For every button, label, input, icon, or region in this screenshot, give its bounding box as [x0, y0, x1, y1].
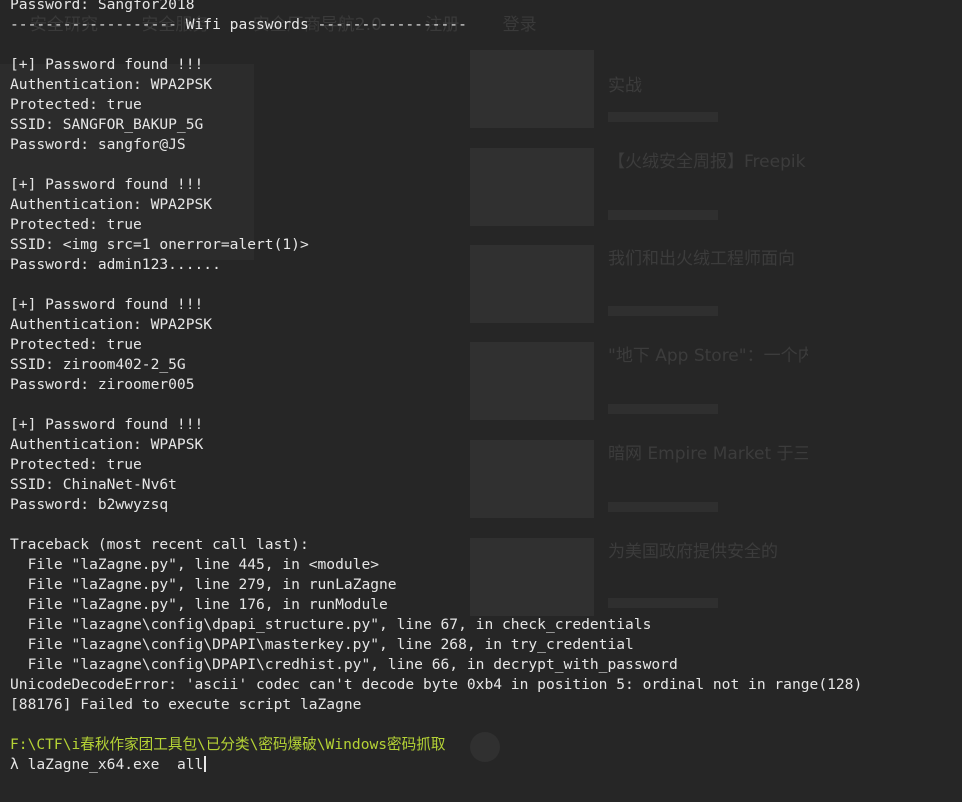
terminal-line: Protected: true [10, 336, 142, 353]
terminal-output: Password: Sangfor2018 -------------------… [10, 0, 862, 775]
terminal-line: UnicodeDecodeError: 'ascii' codec can't … [10, 676, 863, 693]
command-text[interactable]: laZagne_x64.exe all [28, 756, 204, 773]
terminal-line: SSID: SANGFOR_BAKUP_5G [10, 116, 204, 133]
terminal-line: [88176] Failed to execute script laZagne [10, 696, 362, 713]
terminal-line: SSID: <img src=1 onerror=alert(1)> [10, 236, 309, 253]
terminal-line: ------------------- Wifi passwords -----… [10, 16, 467, 33]
terminal-line: [+] Password found !!! [10, 416, 204, 433]
terminal-line: Authentication: WPA2PSK [10, 76, 213, 93]
terminal-line: File "laZagne.py", line 279, in runLaZag… [10, 576, 397, 593]
terminal-line: SSID: ziroom402-2_5G [10, 356, 186, 373]
terminal-line: [+] Password found !!! [10, 56, 204, 73]
terminal-line: SSID: ChinaNet-Nv6t [10, 476, 177, 493]
terminal-line: File "lazagne\config\dpapi_structure.py"… [10, 616, 652, 633]
terminal-line: Password: b2wwyzsq [10, 496, 169, 513]
text-cursor [204, 756, 207, 772]
terminal-line: [+] Password found !!! [10, 176, 204, 193]
command-input-line[interactable]: λ laZagne_x64.exe all [10, 755, 862, 775]
terminal-line: [+] Password found !!! [10, 296, 204, 313]
prompt-symbol: λ [10, 756, 19, 773]
terminal-line: Password: admin123...... [10, 256, 221, 273]
prompt-path: F:\CTF\i春秋作家团工具包\已分类\密码爆破\Windows密码抓取 [10, 736, 446, 753]
terminal-line: Protected: true [10, 96, 142, 113]
terminal-line: Authentication: WPA2PSK [10, 316, 213, 333]
terminal-line: Protected: true [10, 456, 142, 473]
terminal-line: Authentication: WPAPSK [10, 436, 204, 453]
terminal-line: Password: sangfor@JS [10, 136, 186, 153]
terminal-line: File "lazagne\config\DPAPI\credhist.py",… [10, 656, 678, 673]
terminal-line: Password: Sangfor2018 [10, 0, 195, 13]
terminal-line: File "laZagne.py", line 445, in <module> [10, 556, 380, 573]
terminal-line: Traceback (most recent call last): [10, 536, 309, 553]
terminal-line: Authentication: WPA2PSK [10, 196, 213, 213]
terminal-line: File "lazagne\config\DPAPI\masterkey.py"… [10, 636, 634, 653]
terminal-line: Protected: true [10, 216, 142, 233]
terminal-line: File "laZagne.py", line 176, in runModul… [10, 596, 388, 613]
terminal-line: Password: ziroomer005 [10, 376, 195, 393]
